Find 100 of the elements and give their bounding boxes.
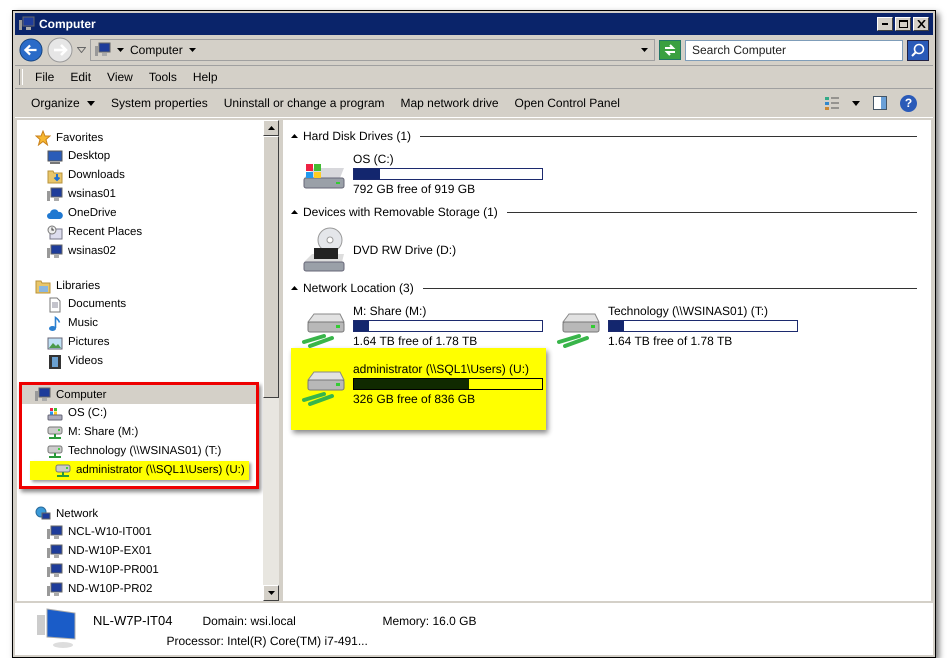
library-folder-icon bbox=[35, 278, 51, 294]
network-drive-icon bbox=[55, 462, 71, 478]
minimize-button[interactable] bbox=[877, 17, 893, 31]
star-icon bbox=[35, 130, 51, 146]
sidebar-item[interactable]: Recent Places bbox=[19, 223, 261, 242]
scroll-up-button[interactable] bbox=[263, 120, 279, 136]
help-button[interactable]: ? bbox=[900, 94, 917, 112]
sidebar-item[interactable]: wsinas01 bbox=[19, 185, 261, 204]
memory-text: Memory: 16.0 GB bbox=[382, 614, 476, 628]
computer-name: NL-W7P-IT04 bbox=[93, 613, 172, 628]
sidebar-item[interactable]: administrator (\\SQL1\Users) (U:) bbox=[30, 461, 249, 480]
collapse-icon[interactable] bbox=[291, 210, 298, 214]
sidebar-item[interactable]: Downloads bbox=[19, 166, 261, 185]
close-button[interactable] bbox=[913, 17, 929, 31]
network-drive-icon bbox=[47, 424, 63, 440]
processor-text: Processor: Intel(R) Core(TM) i7-491... bbox=[166, 634, 369, 648]
sidebar-item[interactable]: Documents bbox=[19, 295, 261, 314]
pictures-icon bbox=[47, 334, 63, 350]
section-header[interactable]: Devices with Removable Storage (1) bbox=[303, 205, 498, 219]
drive-tile[interactable]: OS (C:) 792 GB free of 919 GB bbox=[291, 148, 546, 200]
section-header[interactable]: Network Location (3) bbox=[303, 281, 414, 295]
toolbar-button[interactable]: System properties bbox=[103, 93, 216, 113]
document-icon bbox=[47, 296, 63, 312]
minimize-icon bbox=[882, 23, 888, 25]
music-note-icon bbox=[47, 316, 63, 332]
free-space-text: 326 GB free of 836 GB bbox=[353, 392, 476, 406]
sidebar-item[interactable]: Music bbox=[19, 314, 261, 333]
free-space-text: 1.64 TB free of 1.78 TB bbox=[608, 334, 734, 348]
sidebar-item[interactable]: Technology (\\WSINAS01) (T:) bbox=[22, 442, 256, 461]
window-title: Computer bbox=[39, 17, 97, 31]
drive-tile[interactable]: administrator (\\SQL1\Users) (U:) 326 GB free of 836 GB bbox=[291, 348, 546, 430]
sidebar-item[interactable]: M: Share (M:) bbox=[22, 423, 256, 442]
sidebar-header[interactable]: Computer bbox=[22, 385, 256, 404]
recent-places-icon bbox=[47, 224, 63, 240]
search-field[interactable]: Search Computer bbox=[685, 40, 903, 60]
caret-icon[interactable] bbox=[852, 100, 860, 106]
computer-icon bbox=[47, 244, 63, 260]
sidebar-item[interactable]: ND-W10P-EX01 bbox=[19, 542, 261, 561]
computer-icon bbox=[35, 386, 51, 402]
sidebar-header[interactable]: Network bbox=[19, 504, 261, 523]
menu-item[interactable]: File bbox=[27, 68, 62, 86]
organize-button[interactable]: Organize bbox=[23, 93, 104, 113]
menu-item[interactable]: View bbox=[99, 68, 141, 86]
toolbar-button[interactable]: Map network drive bbox=[392, 93, 507, 113]
drive-tile[interactable]: DVD RW Drive (D:) bbox=[291, 224, 546, 276]
down-arrow-icon bbox=[268, 591, 274, 595]
menu-item[interactable]: Help bbox=[184, 68, 226, 86]
sidebar-item[interactable]: ND-W10P-PR02 bbox=[19, 580, 261, 599]
computer-icon bbox=[19, 16, 35, 32]
sidebar-item[interactable]: ND-W10P-PR001 bbox=[19, 561, 261, 580]
windows-drive-icon bbox=[47, 406, 63, 422]
up-arrow-icon bbox=[268, 126, 274, 130]
sidebar-item[interactable]: OS (C:) bbox=[22, 404, 256, 423]
back-button[interactable] bbox=[19, 38, 43, 62]
drive-name: DVD RW Drive (D:) bbox=[353, 243, 456, 257]
drive-name: OS (C:) bbox=[353, 152, 395, 166]
menu-item[interactable]: Tools bbox=[140, 68, 185, 86]
drive-name: administrator (\\SQL1\Users) (U:) bbox=[353, 362, 530, 376]
view-options-icon[interactable] bbox=[824, 95, 840, 111]
refresh-button[interactable] bbox=[659, 40, 681, 60]
drive-tile[interactable]: Technology (\\WSINAS01) (T:) 1.64 TB free of 1.78 TB bbox=[546, 300, 801, 352]
caret-icon[interactable] bbox=[641, 48, 648, 52]
history-dropdown-icon[interactable] bbox=[77, 47, 86, 53]
sidebar-item[interactable]: Desktop bbox=[19, 147, 261, 166]
collapse-icon[interactable] bbox=[291, 134, 298, 138]
sidebar-item[interactable]: Videos bbox=[19, 352, 261, 371]
computer-icon bbox=[95, 42, 111, 58]
maximize-button[interactable] bbox=[895, 17, 911, 31]
free-space-text: 792 GB free of 919 GB bbox=[353, 182, 476, 196]
caret-icon bbox=[87, 101, 96, 106]
sidebar-item[interactable]: NCL-W10-IT001 bbox=[19, 523, 261, 542]
section-header[interactable]: Hard Disk Drives (1) bbox=[303, 129, 412, 143]
search-button[interactable] bbox=[907, 40, 929, 60]
computer-icon bbox=[47, 562, 63, 578]
scroll-down-button[interactable] bbox=[263, 585, 279, 601]
search-icon bbox=[911, 43, 925, 57]
drive-name: M: Share (M:) bbox=[353, 304, 428, 318]
caret-icon[interactable] bbox=[117, 48, 124, 52]
collapse-icon[interactable] bbox=[291, 286, 298, 290]
preview-pane-icon[interactable] bbox=[872, 95, 888, 111]
sidebar-item[interactable]: Pictures bbox=[19, 333, 261, 352]
sidebar-item[interactable]: wsinas02 bbox=[19, 242, 261, 261]
menu-item[interactable]: Edit bbox=[62, 68, 100, 86]
desktop-icon bbox=[47, 148, 63, 164]
toolbar-button[interactable]: Open Control Panel bbox=[506, 93, 628, 113]
folder-download-icon bbox=[47, 168, 63, 184]
drive-name: Technology (\\WSINAS01) (T:) bbox=[608, 304, 770, 318]
sidebar-header[interactable]: Libraries bbox=[19, 276, 261, 295]
computer-icon bbox=[47, 524, 63, 540]
scroll-thumb[interactable] bbox=[263, 136, 279, 398]
sidebar-item[interactable]: OneDrive bbox=[19, 204, 261, 223]
address-bar[interactable]: Computer bbox=[90, 39, 655, 61]
computer-icon bbox=[47, 582, 63, 598]
network-globe-icon bbox=[35, 506, 51, 522]
breadcrumb[interactable]: Computer bbox=[130, 43, 183, 57]
domain-text: Domain: wsi.local bbox=[202, 614, 297, 628]
toolbar-button[interactable]: Uninstall or change a program bbox=[216, 93, 392, 113]
sidebar-header[interactable]: Favorites bbox=[19, 128, 261, 147]
caret-icon[interactable] bbox=[188, 48, 196, 52]
scrollbar[interactable] bbox=[263, 120, 279, 601]
